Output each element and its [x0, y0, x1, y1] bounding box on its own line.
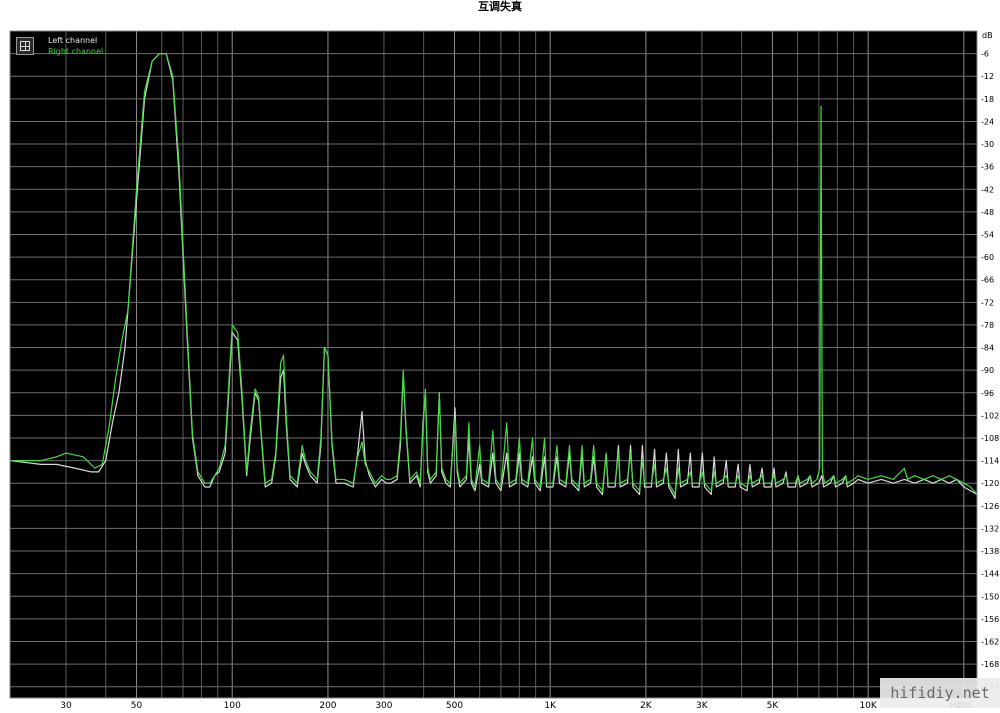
- plot-area: -6 -12 -18 -24 -30 -36 -42 -48 -54 -60 -66 -72 -78 -8…: [9, 30, 999, 711]
- watermark: hifidiy.net: [880, 678, 1000, 708]
- y-tick-label: -108: [981, 434, 999, 443]
- y-tick-label: -30: [981, 140, 994, 149]
- y-tick-label: -66: [981, 276, 994, 285]
- y-tick-label: -36: [981, 163, 994, 172]
- y-tick-label: -6: [981, 50, 989, 59]
- y-tick-label: -114: [981, 457, 999, 466]
- y-tick-label: -120: [981, 479, 999, 488]
- y-axis-label: dB: [982, 31, 993, 40]
- x-tick-label: 50: [131, 701, 143, 711]
- x-tick-label: 5K: [767, 701, 780, 711]
- x-tick-label: 100: [224, 701, 241, 711]
- x-tick-label: 2K: [640, 701, 653, 711]
- plot-background: [10, 31, 977, 698]
- y-tick-label: -84: [981, 344, 994, 353]
- y-tick-label: -162: [981, 637, 999, 646]
- y-tick-label: -48: [981, 208, 994, 217]
- y-tick-label: -42: [981, 185, 994, 194]
- y-tick-label: -24: [981, 117, 994, 126]
- y-tick-label: -168: [981, 660, 999, 669]
- y-tick-label: -132: [981, 524, 999, 533]
- legend-left-channel: Left channel: [48, 36, 98, 45]
- y-tick-label: -90: [981, 366, 994, 375]
- legend-right-channel: Right channel: [48, 47, 104, 56]
- y-tick-label: -72: [981, 298, 994, 307]
- y-tick-label: -12: [981, 72, 994, 81]
- x-tick-label: 500: [446, 701, 463, 711]
- grid-toggle-icon[interactable]: [16, 37, 34, 55]
- y-tick-label: -138: [981, 547, 999, 556]
- x-tick-label: 200: [319, 701, 336, 711]
- x-tick-label: 10K: [859, 701, 877, 711]
- y-tick-label: -144: [981, 570, 999, 579]
- y-tick-label: -96: [981, 389, 994, 398]
- x-tick-label: 300: [375, 701, 392, 711]
- x-tick-label: 1K: [544, 701, 557, 711]
- legend-entries: Left channel Right channel: [48, 35, 103, 57]
- y-tick-label: -78: [981, 321, 994, 330]
- y-tick-label: -126: [981, 502, 999, 511]
- y-tick-label: -54: [981, 230, 994, 239]
- y-tick-label: -150: [981, 592, 999, 601]
- legend: Left channel Right channel: [16, 34, 103, 58]
- y-tick-label: -102: [981, 411, 999, 420]
- y-tick-label: -156: [981, 615, 999, 624]
- x-tick-label: 3K: [696, 701, 709, 711]
- y-tick-label: -18: [981, 95, 994, 104]
- x-tick-label: 30: [60, 701, 72, 711]
- y-tick-label: -60: [981, 253, 994, 262]
